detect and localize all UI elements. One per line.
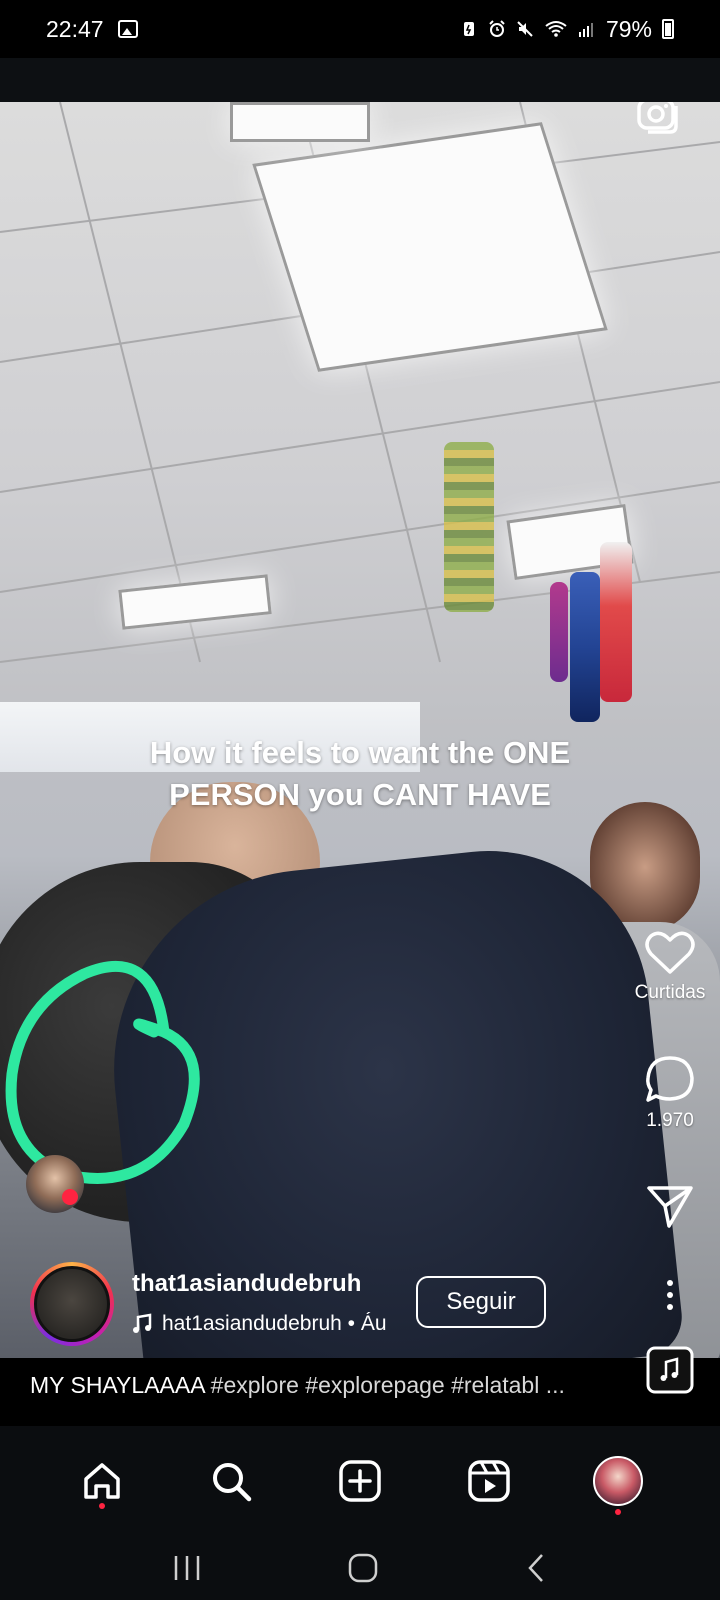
music-icon (133, 1313, 152, 1333)
share-action[interactable] (620, 1184, 720, 1230)
more-vertical-icon[interactable] (665, 1278, 675, 1312)
alarm-icon (489, 20, 505, 37)
profile-avatar[interactable] (592, 1456, 643, 1506)
reel-caption[interactable]: MY SHAYLAAAA #explore #explorepage #rela… (30, 1372, 600, 1399)
paper-crane-string (444, 442, 494, 612)
viewer-avatar[interactable] (26, 1155, 84, 1213)
plus-square-icon[interactable] (338, 1459, 382, 1503)
audio-label[interactable]: hat1asiandudebruh • Áu (132, 1312, 398, 1336)
nav-reels[interactable] (459, 1451, 519, 1511)
send-icon[interactable] (645, 1184, 695, 1230)
back-icon[interactable] (524, 1552, 548, 1584)
heart-icon (62, 1189, 78, 1205)
koinobori-decoration (550, 582, 568, 682)
status-time: 22:47 (46, 15, 104, 42)
comments-count: 1.970 (646, 1110, 694, 1131)
author-username[interactable]: that1asiandudebruh (132, 1270, 361, 1298)
heart-outline-icon[interactable] (645, 930, 695, 976)
top-strip (0, 58, 720, 102)
mute-icon (517, 21, 533, 37)
nav-search[interactable] (201, 1451, 261, 1511)
audio-thumbnail[interactable] (620, 1346, 720, 1394)
likes-label: Curtidas (634, 982, 706, 1003)
more-options[interactable] (620, 1278, 720, 1312)
overlay-line-1: How it feels to want the ONE (149, 735, 571, 770)
comment-action[interactable]: 1.970 (620, 1054, 720, 1132)
audio-text: hat1asiandudebruh • Áu (162, 1312, 387, 1335)
author-avatar[interactable] (30, 1262, 114, 1346)
bottom-nav (0, 1426, 720, 1536)
battery-saver-icon (463, 22, 474, 36)
nav-home[interactable] (72, 1451, 132, 1511)
music-note-icon[interactable] (646, 1346, 694, 1394)
notification-dot (99, 1503, 106, 1509)
caption-lead: MY SHAYLAAAA (30, 1372, 205, 1398)
search-icon[interactable] (209, 1459, 253, 1503)
reel-video[interactable]: How it feels to want the ONE PERSON you … (0, 102, 720, 1358)
signal-icon (578, 23, 593, 37)
action-rail: Curtidas 1.970 (620, 0, 720, 1600)
notification-dot (614, 1509, 621, 1515)
wifi-icon (545, 21, 567, 37)
recent-apps-icon[interactable] (172, 1554, 202, 1582)
koinobori-decoration (570, 572, 600, 722)
follow-button[interactable]: Seguir (416, 1276, 546, 1328)
reels-icon[interactable] (467, 1459, 511, 1503)
overlay-line-2: PERSON you CANT HAVE (169, 777, 551, 812)
status-bar: 22:47 79% (0, 0, 720, 58)
home-icon[interactable] (80, 1459, 124, 1503)
like-action[interactable]: Curtidas (620, 930, 720, 1004)
nav-profile[interactable] (588, 1451, 648, 1515)
ceiling-light (230, 102, 370, 142)
nav-create[interactable] (330, 1451, 390, 1511)
home-button-icon[interactable] (347, 1552, 379, 1584)
system-nav (0, 1536, 720, 1600)
reel-overlay-text: How it feels to want the ONE PERSON you … (0, 732, 720, 816)
caption-hashtags: #explore #explorepage #relatabl ... (204, 1372, 565, 1398)
gallery-icon (117, 20, 138, 38)
comment-icon[interactable] (644, 1054, 696, 1104)
